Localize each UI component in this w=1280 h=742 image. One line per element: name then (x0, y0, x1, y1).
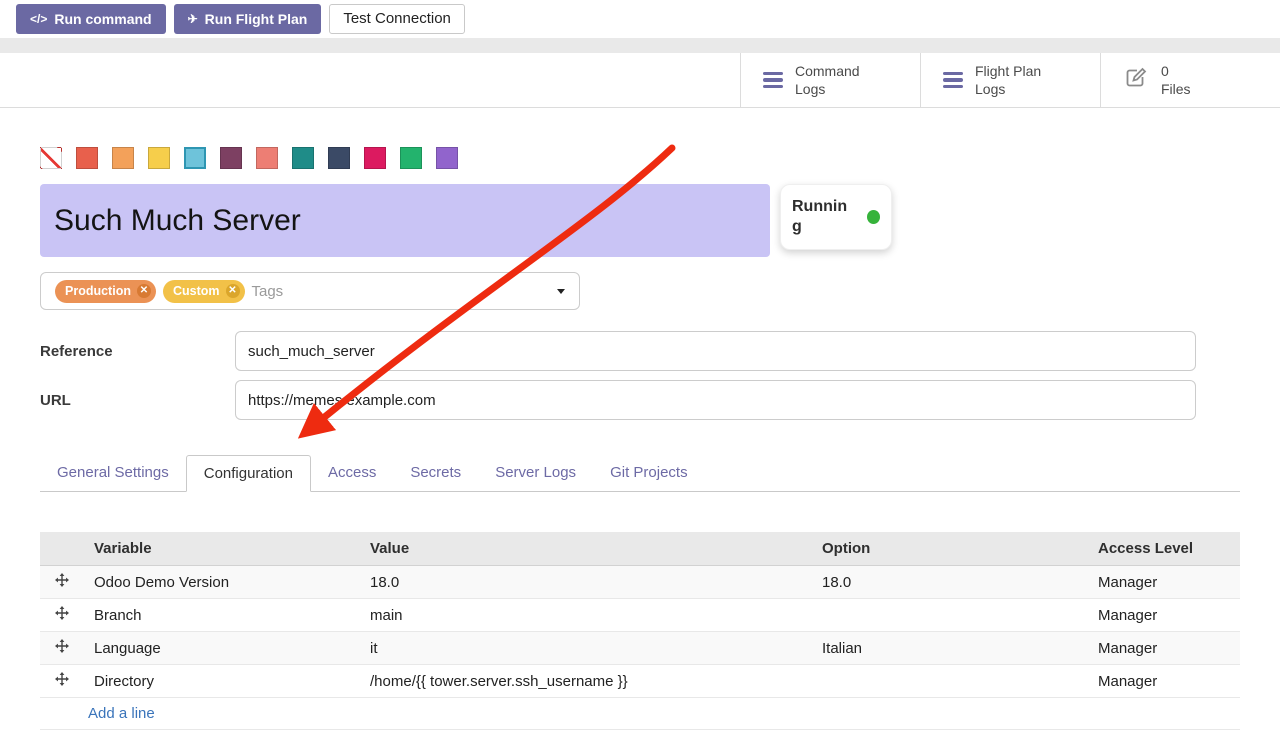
url-field[interactable] (235, 380, 1196, 420)
drag-handle-icon[interactable] (40, 665, 84, 698)
cell-access-level[interactable]: Manager (1088, 632, 1240, 665)
color-swatch-salmon[interactable] (256, 147, 278, 169)
color-swatch-red[interactable] (76, 147, 98, 169)
run-flight-plan-button[interactable]: ✈ Run Flight Plan (174, 4, 322, 34)
test-connection-label: Test Connection (343, 10, 451, 27)
drag-handle-icon[interactable] (40, 632, 84, 665)
status-dot-icon (867, 210, 880, 224)
color-swatch-yellow[interactable] (148, 147, 170, 169)
server-name-field[interactable]: Such Much Server (40, 184, 770, 257)
color-swatch-magenta[interactable] (364, 147, 386, 169)
color-swatch-purple[interactable] (436, 147, 458, 169)
color-swatch-none[interactable] (40, 147, 62, 169)
drag-handle-icon[interactable] (40, 566, 84, 599)
reference-field[interactable] (235, 331, 1196, 371)
tag-custom-label: Custom (173, 284, 220, 298)
cell-access-level[interactable]: Manager (1088, 566, 1240, 599)
tab-git-projects[interactable]: Git Projects (593, 455, 705, 491)
table-row: Branch main Manager (40, 599, 1240, 632)
cell-variable[interactable]: Directory (84, 665, 360, 698)
table-row: Odoo Demo Version 18.0 18.0 Manager (40, 566, 1240, 599)
access-level-column-header: Access Level (1088, 532, 1240, 566)
control-header: Command Logs Flight Plan Logs 0 Files (0, 53, 1280, 108)
tag-remove-icon[interactable]: ✕ (137, 284, 151, 298)
files-label: Files (1161, 80, 1191, 98)
tags-placeholder: Tags (252, 283, 284, 300)
color-palette (40, 147, 1240, 169)
chevron-down-icon[interactable] (557, 289, 565, 294)
menu-icon (763, 72, 783, 89)
divider-strip (0, 38, 1280, 53)
add-line-row: Add a line (40, 698, 1240, 730)
edit-icon (1123, 66, 1149, 95)
files-button[interactable]: 0 Files (1100, 53, 1280, 107)
tab-configuration[interactable]: Configuration (186, 455, 311, 492)
table-row: Language it Italian Manager (40, 632, 1240, 665)
cell-variable[interactable]: Language (84, 632, 360, 665)
cell-value[interactable]: 18.0 (360, 566, 812, 599)
flight-plan-logs-label-line1: Flight Plan (975, 62, 1041, 80)
cell-option[interactable] (812, 665, 1088, 698)
command-logs-label-line2: Logs (795, 80, 860, 98)
form-content: Such Much Server Running Production ✕ Cu… (0, 147, 1280, 730)
run-command-label: Run command (54, 11, 151, 27)
cell-value[interactable]: it (360, 632, 812, 665)
cell-variable[interactable]: Odoo Demo Version (84, 566, 360, 599)
tag-remove-icon[interactable]: ✕ (226, 284, 240, 298)
command-logs-button[interactable]: Command Logs (740, 53, 920, 107)
config-variables-table: Variable Value Option Access Level Odoo … (40, 532, 1240, 730)
cell-option[interactable] (812, 599, 1088, 632)
cell-variable[interactable]: Branch (84, 599, 360, 632)
run-flight-plan-label: Run Flight Plan (205, 11, 308, 27)
cell-access-level[interactable]: Manager (1088, 665, 1240, 698)
cell-option[interactable]: 18.0 (812, 566, 1088, 599)
paper-plane-icon: ✈ (188, 12, 198, 26)
drag-handle-icon[interactable] (40, 599, 84, 632)
tag-custom: Custom ✕ (163, 280, 245, 303)
cell-value[interactable]: main (360, 599, 812, 632)
menu-icon (943, 72, 963, 89)
top-toolbar: </> Run command ✈ Run Flight Plan Test C… (0, 0, 1280, 38)
tab-access[interactable]: Access (311, 455, 393, 491)
tab-general-settings[interactable]: General Settings (40, 455, 186, 491)
run-command-button[interactable]: </> Run command (16, 4, 166, 34)
tag-production: Production ✕ (55, 280, 156, 303)
tab-server-logs[interactable]: Server Logs (478, 455, 593, 491)
variable-column-header: Variable (84, 532, 360, 566)
color-swatch-green[interactable] (400, 147, 422, 169)
notebook-tabs: General Settings Configuration Access Se… (40, 455, 1240, 492)
color-swatch-orange[interactable] (112, 147, 134, 169)
option-column-header: Option (812, 532, 1088, 566)
code-icon: </> (30, 12, 47, 26)
value-column-header: Value (360, 532, 812, 566)
color-swatch-plum[interactable] (220, 147, 242, 169)
flight-plan-logs-label-line2: Logs (975, 80, 1041, 98)
color-swatch-navy[interactable] (328, 147, 350, 169)
add-a-line-link[interactable]: Add a line (88, 705, 155, 722)
table-row: Directory /home/{{ tower.server.ssh_user… (40, 665, 1240, 698)
command-logs-label-line1: Command (795, 62, 860, 80)
color-swatch-cyan-selected[interactable] (184, 147, 206, 169)
url-label: URL (40, 392, 235, 409)
cell-value[interactable]: /home/{{ tower.server.ssh_username }} (360, 665, 812, 698)
status-label: Running (792, 197, 850, 237)
color-swatch-teal[interactable] (292, 147, 314, 169)
flight-plan-logs-button[interactable]: Flight Plan Logs (920, 53, 1100, 107)
status-badge: Running (780, 184, 892, 250)
test-connection-button[interactable]: Test Connection (329, 4, 465, 34)
cell-option[interactable]: Italian (812, 632, 1088, 665)
tab-secrets[interactable]: Secrets (393, 455, 478, 491)
table-header-row: Variable Value Option Access Level (40, 532, 1240, 566)
tags-input[interactable]: Production ✕ Custom ✕ Tags (40, 272, 580, 310)
cell-access-level[interactable]: Manager (1088, 599, 1240, 632)
tag-production-label: Production (65, 284, 131, 298)
handle-column-header (40, 532, 84, 566)
reference-label: Reference (40, 343, 235, 360)
files-count: 0 (1161, 62, 1191, 80)
